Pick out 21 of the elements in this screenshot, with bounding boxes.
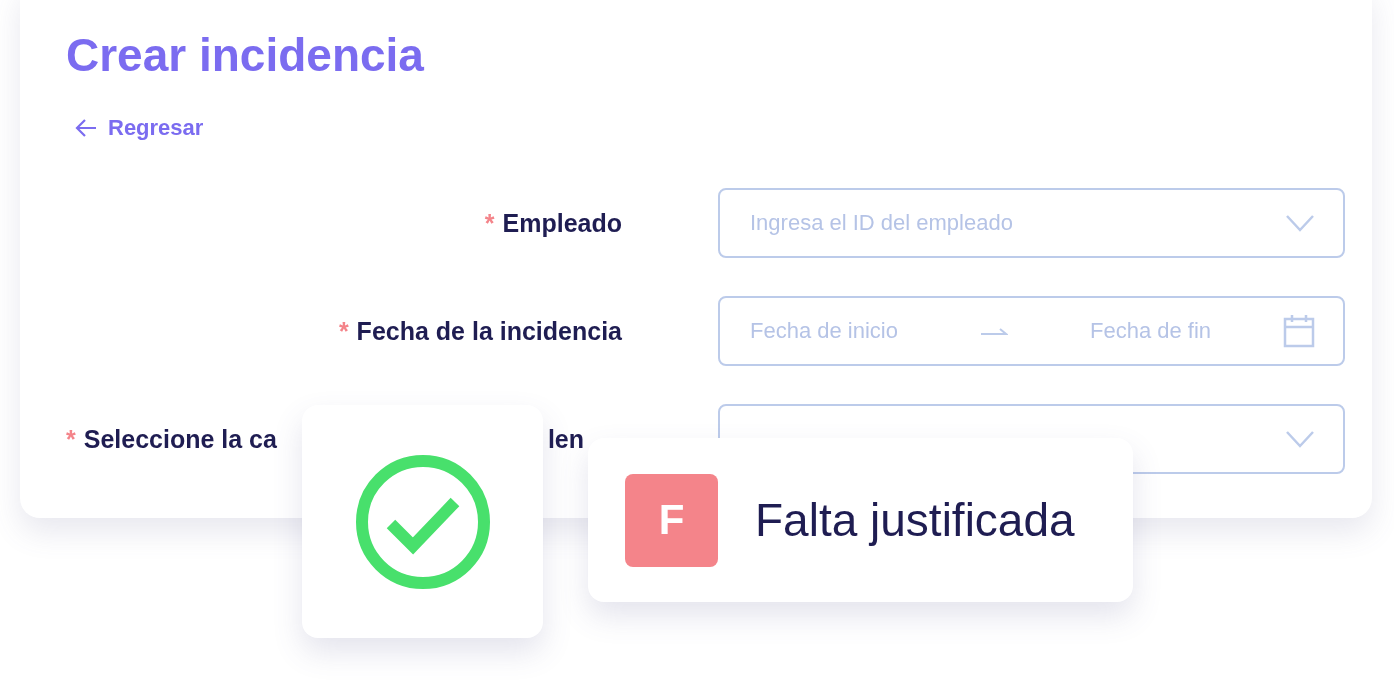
field-label: len [547,424,584,454]
placeholder-text: Ingresa el ID del empleado [750,210,1013,237]
placeholder-text: Fecha de inicio [750,318,898,345]
field-label: Fecha de la incidencia [356,316,622,346]
arrow-left-icon [74,118,98,139]
required-mark: * [484,208,495,238]
calendar-icon [1283,314,1315,349]
date-range-field[interactable]: Fecha de inicio Fecha de fin [718,296,1345,367]
field-label: Empleado [502,208,622,238]
required-mark: * [338,316,349,346]
field-label: Seleccione la ca [83,424,277,454]
placeholder-text: Fecha de fin [1090,318,1212,345]
letter-badge: F [625,473,718,567]
tag-label: Falta justificada [755,493,1075,547]
required-mark: * [66,424,76,454]
back-link[interactable]: Regresar [74,115,204,142]
chevron-down-icon [1285,214,1315,233]
check-circle-icon [354,453,491,590]
select-field[interactable]: Ingresa el ID del empleado [718,188,1345,259]
page-title: Crear incidencia [66,28,425,83]
chevron-down-icon [1285,430,1315,449]
